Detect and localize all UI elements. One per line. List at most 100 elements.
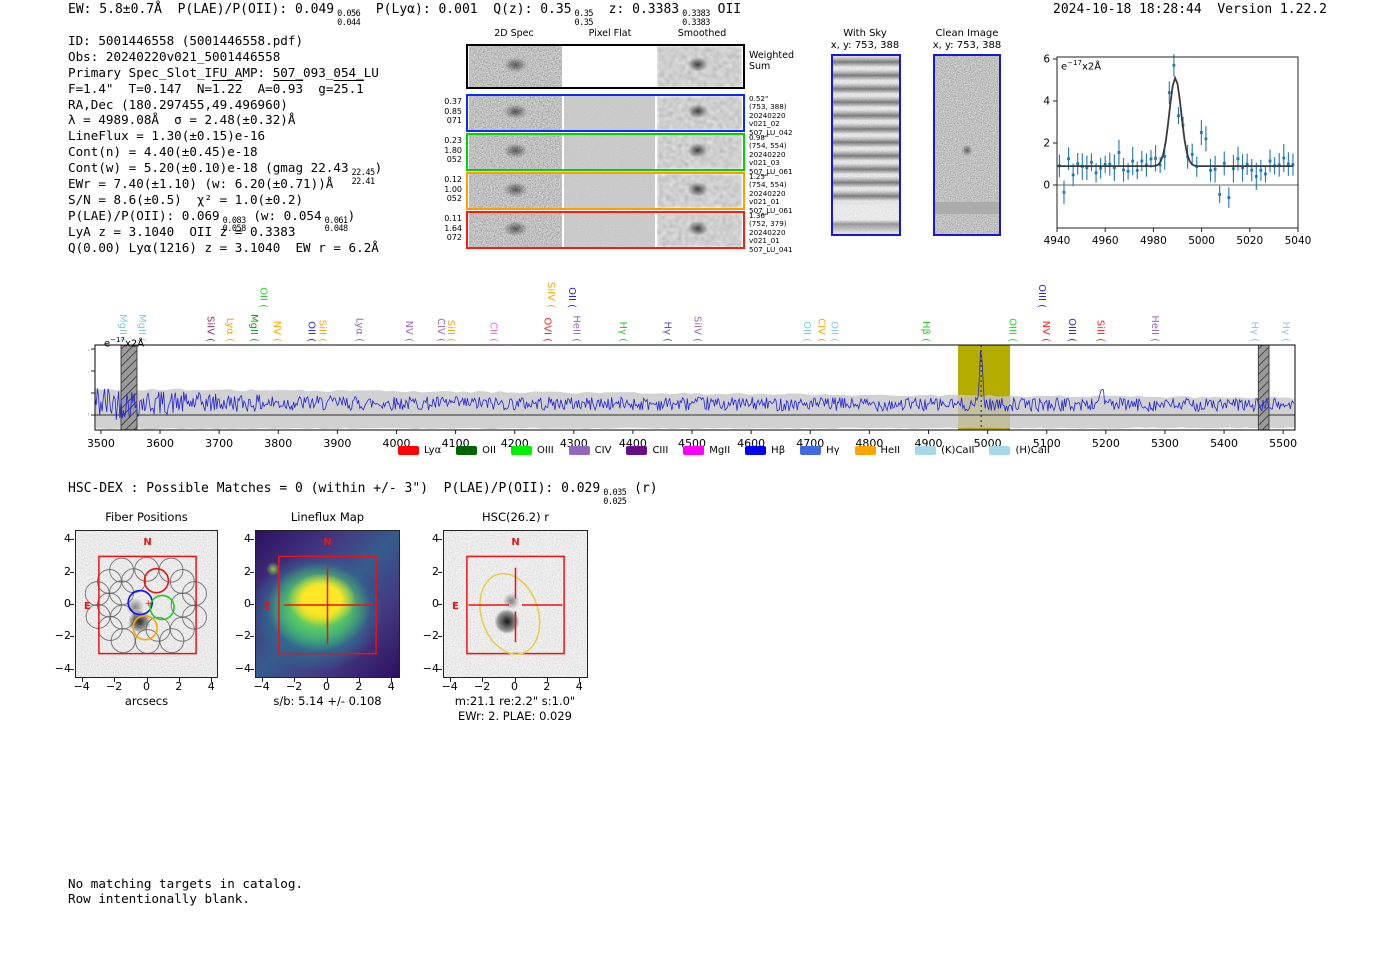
- fiber-y-tick-label: 4: [64, 532, 71, 546]
- clean-image-blob: [935, 56, 999, 234]
- twod-cell-spec: [469, 96, 562, 130]
- fiber-y-tick-mark: [70, 571, 74, 573]
- x-tick-label: 5300: [1151, 437, 1179, 450]
- emission-line-label: OII (: [305, 321, 316, 342]
- lineflux-y-tick-label: 0: [244, 597, 251, 610]
- twod-row-left-line: 052: [446, 194, 462, 204]
- stacked-fraction: 0.035 0.025: [603, 489, 627, 506]
- legend-item: (K)CaII: [915, 445, 974, 456]
- y-tick-label: 0: [1043, 180, 1050, 192]
- x-tick-label: 4980: [1140, 235, 1167, 245]
- col-title-2dspec: 2D Spec: [494, 28, 534, 39]
- twod-cell-flat: [564, 96, 655, 130]
- frac-bottom: 0.048: [324, 224, 349, 235]
- legend-item: Hβ: [745, 445, 785, 456]
- header-timestamp: 2024-10-18 18:28:44 Version 1.22.2: [1053, 2, 1327, 17]
- emission-line-label: OIII (: [1036, 284, 1047, 308]
- fiber-y-tick-label: −2: [54, 629, 71, 643]
- hsc-y-tick-mark: [438, 668, 442, 670]
- y-tick-label: 4: [88, 365, 89, 378]
- emission-line-label: HeII (: [1149, 315, 1160, 342]
- x-tick-label: 3800: [264, 437, 292, 450]
- hsc-y-tick-label: −4: [422, 661, 439, 675]
- compass-east-label: E: [264, 601, 271, 612]
- twod-cell-image: [564, 135, 655, 169]
- clean-image: [933, 54, 1001, 236]
- legend-label: (K)CaII: [941, 445, 975, 456]
- info-line-7: LineFlux = 1.30(±0.15)e-16: [68, 128, 382, 144]
- twod-cell-image: [564, 213, 655, 247]
- fiber-x-tick-mark: [211, 678, 213, 682]
- line-fit-zoom-plot: e−17x2Å 4940 4960 4980 5000 5020 5040 0 2 4 6: [1040, 45, 1320, 246]
- text-segment: 25.1: [333, 80, 364, 96]
- legend-swatch: [854, 446, 876, 455]
- fiber-x-tick-mark: [114, 678, 116, 682]
- legend-item: MgII: [683, 445, 730, 456]
- y-tick-label: 6: [1043, 54, 1050, 66]
- text-segment: ID: 5001446558 (5001446558.pdf): [68, 33, 304, 48]
- lineflux-y-tick-label: 4: [244, 532, 251, 546]
- emission-line-label: OII (: [566, 287, 577, 308]
- x-tick-label: 5020: [1236, 235, 1263, 245]
- text-segment: EWr = 7.40(±1.10) (w: 6.20(±0.71))Å: [68, 176, 334, 192]
- text-segment: LineFlux = 1.30(±0.15)e-16: [68, 128, 266, 144]
- emission-line-label: Hγ (: [661, 321, 672, 342]
- fiber-y-tick-mark: [70, 636, 74, 638]
- twod-row-right-label-1: 0.52" (753, 388) 20240220 v021_02 507_LU_042: [749, 94, 793, 137]
- emission-line-label: NV (: [1040, 321, 1051, 343]
- legend-item: Lyα: [398, 445, 441, 456]
- legend-label: OIII: [536, 445, 554, 456]
- twod-smooth-blob: [657, 174, 742, 208]
- emission-line-label: Hγ (: [1248, 321, 1259, 342]
- text-segment: Primary Spec_Slot_IFU_AMP: 507_093_054_L…: [68, 64, 379, 80]
- text-segment: (r): [626, 481, 658, 496]
- twod-smooth-blob: [657, 46, 742, 87]
- twod-row-left-line: 1.80: [444, 145, 462, 155]
- hsc-y-tick-mark: [438, 539, 442, 541]
- emission-line-label: SiIV (: [204, 316, 215, 342]
- with-sky-noise: [833, 56, 899, 234]
- legend-label: OII: [482, 445, 496, 456]
- text-segment: RA,Dec (180.297455,49.496960): [68, 96, 288, 112]
- twod-row-right-line: 507_LU_041: [749, 244, 793, 254]
- text-segment: 1.22: [212, 80, 243, 96]
- y-tick-label: 0: [88, 409, 89, 422]
- x-tick-label: 4940: [1044, 235, 1071, 245]
- gaussian-fit-curve: [1057, 75, 1294, 167]
- twod-row-0: [466, 44, 745, 89]
- legend-label: (H)CaII: [1015, 445, 1050, 456]
- twod-row-left-label-4: 0.11 1.64 072: [432, 214, 462, 243]
- text-segment: λ = 4989.08Å σ = 2.48(±0.32)Å: [68, 112, 296, 128]
- twod-cell-smooth: [657, 174, 742, 208]
- twod-row-right-line: Sum: [749, 61, 771, 72]
- info-line-10: EWr = 7.40(±1.10) (w: 6.20(±0.71))Å: [68, 176, 382, 192]
- twod-row-left-label-3: 0.12 1.00 052: [432, 175, 462, 204]
- hsc-y-tick-mark: [438, 636, 442, 638]
- fiber-x-tick-mark: [146, 678, 148, 682]
- frac-bottom: 22.41: [351, 176, 376, 187]
- emission-line-label: SiII (: [445, 320, 456, 342]
- legend-item: Hγ: [800, 445, 840, 456]
- text-segment: z: 0.3383: [593, 2, 680, 17]
- emission-line-label: OIII (: [1007, 318, 1018, 342]
- with-sky-image: [831, 54, 901, 236]
- clean-image-title: Clean Image x, y: 753, 388: [922, 28, 1012, 52]
- text-segment: A=: [242, 80, 273, 96]
- lineflux-x-tick-mark: [358, 678, 360, 682]
- detection-center-marker: +: [145, 599, 153, 609]
- text-segment: g=: [303, 80, 334, 96]
- twod-row-left-line: 072: [446, 233, 462, 243]
- x-tick-label: 5000: [1188, 235, 1215, 245]
- fiber-positions-title: Fiber Positions: [105, 510, 188, 524]
- frac-bottom: 0.044: [337, 17, 361, 28]
- lineflux-x-tick-mark: [326, 678, 328, 682]
- source-aperture-ellipse: [479, 572, 541, 655]
- emission-line-label: OII (: [258, 287, 269, 308]
- legend-item: OIII: [510, 445, 554, 456]
- twod-row-left-line: 052: [446, 155, 462, 165]
- text-segment: HSC-DEX : Possible Matches = 0 (within +…: [68, 481, 601, 496]
- lineflux-map-plot: NE: [255, 530, 400, 678]
- emission-line-label: NV (: [271, 321, 282, 343]
- text-segment: P(Lyα): 0.001 Q(z): 0.35: [360, 2, 572, 17]
- fiber-y-tick-mark: [70, 668, 74, 670]
